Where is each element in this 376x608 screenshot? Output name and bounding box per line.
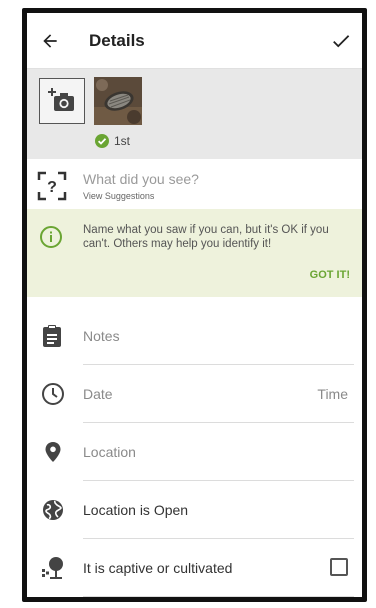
view-suggestions-link[interactable]: View Suggestions [83, 191, 154, 201]
what-did-you-see-field[interactable]: What did you see? [83, 171, 199, 187]
photo-strip: 1st [27, 69, 362, 159]
geoprivacy-row[interactable]: Location is Open [27, 481, 362, 539]
notes-row[interactable]: Notes [27, 307, 362, 365]
location-pin-icon [45, 442, 61, 462]
screen: Details 1st ? What did you see? View Sug… [0, 0, 376, 608]
geoprivacy-selector[interactable]: Location is Open [83, 502, 188, 518]
save-button[interactable] [328, 28, 354, 54]
clock-icon [42, 383, 64, 405]
page-title: Details [89, 31, 145, 50]
identification-hint-card: Name what you saw if you can, but it's O… [27, 209, 362, 297]
divider [83, 596, 354, 597]
add-camera-icon [48, 88, 74, 111]
phone-frame: Details 1st ? What did you see? View Sug… [22, 8, 367, 602]
got-it-button[interactable]: GOT IT! [310, 269, 350, 281]
first-photo-badge: 1st [95, 134, 130, 148]
check-circle-icon [95, 134, 109, 148]
date-field[interactable]: Date [83, 386, 113, 402]
captive-row[interactable]: It is captive or cultivated [27, 539, 362, 597]
location-field[interactable]: Location [83, 444, 136, 460]
notes-input[interactable]: Notes [83, 328, 120, 344]
first-photo-label: 1st [114, 134, 131, 148]
time-field[interactable]: Time [317, 386, 348, 402]
location-row[interactable]: Location [27, 423, 362, 481]
date-time-row[interactable]: Date Time [27, 365, 362, 423]
app-bar: Details [27, 13, 362, 69]
back-button[interactable] [37, 28, 63, 54]
hint-text: Name what you saw if you can, but it's O… [83, 224, 329, 250]
clipboard-icon [43, 325, 61, 347]
observation-photo [94, 77, 142, 125]
observation-photo-thumbnail[interactable] [94, 77, 142, 125]
captive-checkbox[interactable] [330, 558, 348, 576]
arrow-left-icon [43, 34, 57, 48]
globe-icon [43, 500, 63, 520]
species-unknown-icon: ? [37, 171, 67, 201]
species-identification-row[interactable]: ? What did you see? View Suggestions [27, 159, 362, 209]
captive-label: It is captive or cultivated [83, 560, 233, 576]
add-photo-button[interactable] [39, 78, 85, 124]
svg-text:?: ? [47, 179, 57, 196]
captive-plant-icon [42, 557, 63, 579]
checkmark-icon [333, 35, 350, 48]
info-icon [40, 226, 62, 248]
